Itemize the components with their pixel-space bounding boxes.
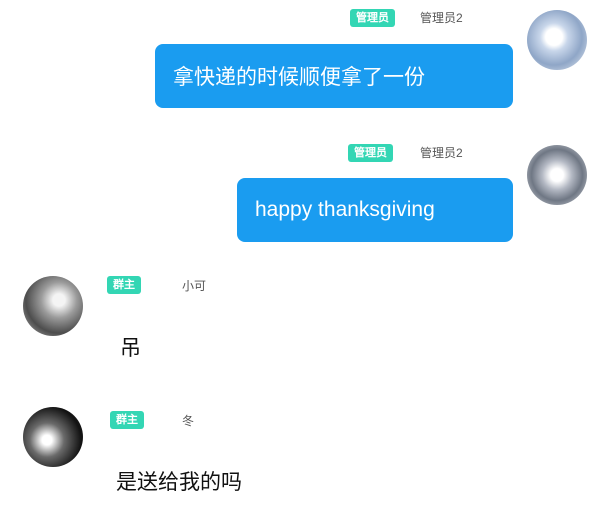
message-text[interactable]: 吊 <box>120 332 141 362</box>
role-badge: 管理员 <box>350 9 395 27</box>
message-text: happy thanksgiving <box>255 198 435 221</box>
avatar[interactable] <box>527 10 587 70</box>
message-text[interactable]: 是送给我的吗 <box>116 466 242 496</box>
avatar[interactable] <box>527 145 587 205</box>
avatar[interactable] <box>23 407 83 467</box>
role-badge: 管理员 <box>348 144 393 162</box>
role-badge: 群主 <box>110 411 144 429</box>
sender-name[interactable]: 管理员2 <box>420 9 463 26</box>
message-text: 拿快递的时候顺便拿了一份 <box>173 66 425 89</box>
sender-name[interactable]: 小可 <box>182 277 206 294</box>
sender-name[interactable]: 管理员2 <box>420 144 463 161</box>
message-bubble[interactable]: 拿快递的时候顺便拿了一份 <box>155 44 513 108</box>
message-bubble[interactable]: happy thanksgiving <box>237 178 513 242</box>
role-badge: 群主 <box>107 276 141 294</box>
sender-name[interactable]: 冬 <box>182 412 194 429</box>
avatar[interactable] <box>23 276 83 336</box>
